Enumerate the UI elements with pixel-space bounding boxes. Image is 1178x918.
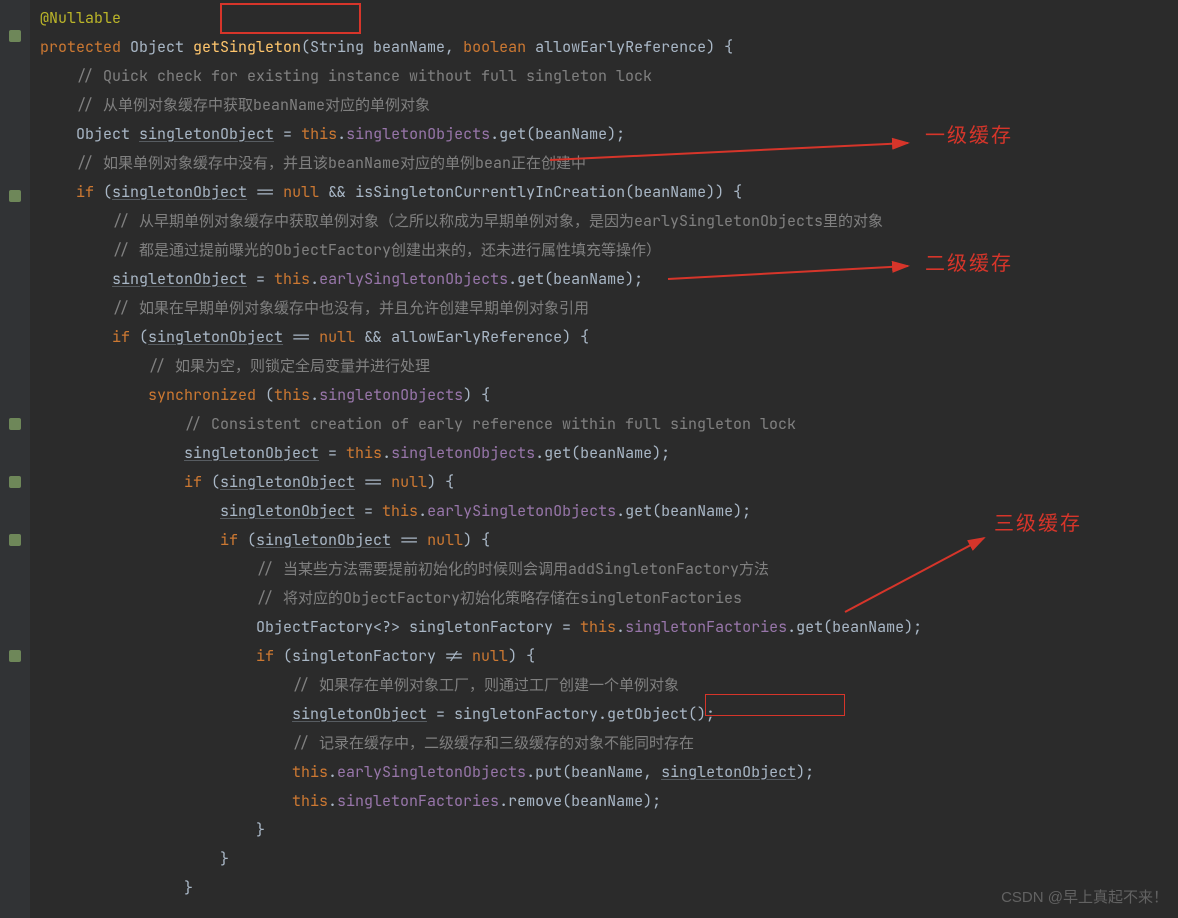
code-editor: @Nullable protected Object getSingleton(… <box>0 0 1178 918</box>
label-cache-2: 二级缓存 <box>925 250 1013 279</box>
watermark: CSDN @早上真起不来！ <box>1001 883 1168 912</box>
gutter-breakpoint-icon[interactable] <box>9 650 21 662</box>
gutter-breakpoint-icon[interactable] <box>9 30 21 42</box>
gutter-breakpoint-icon[interactable] <box>9 190 21 202</box>
gutter-breakpoint-icon[interactable] <box>9 476 21 488</box>
gutter-breakpoint-icon[interactable] <box>9 534 21 546</box>
label-cache-1: 一级缓存 <box>925 122 1013 151</box>
editor-gutter <box>0 0 30 918</box>
gutter-breakpoint-icon[interactable] <box>9 418 21 430</box>
code-block: @Nullable protected Object getSingleton(… <box>40 4 922 903</box>
label-cache-3: 三级缓存 <box>994 510 1082 539</box>
